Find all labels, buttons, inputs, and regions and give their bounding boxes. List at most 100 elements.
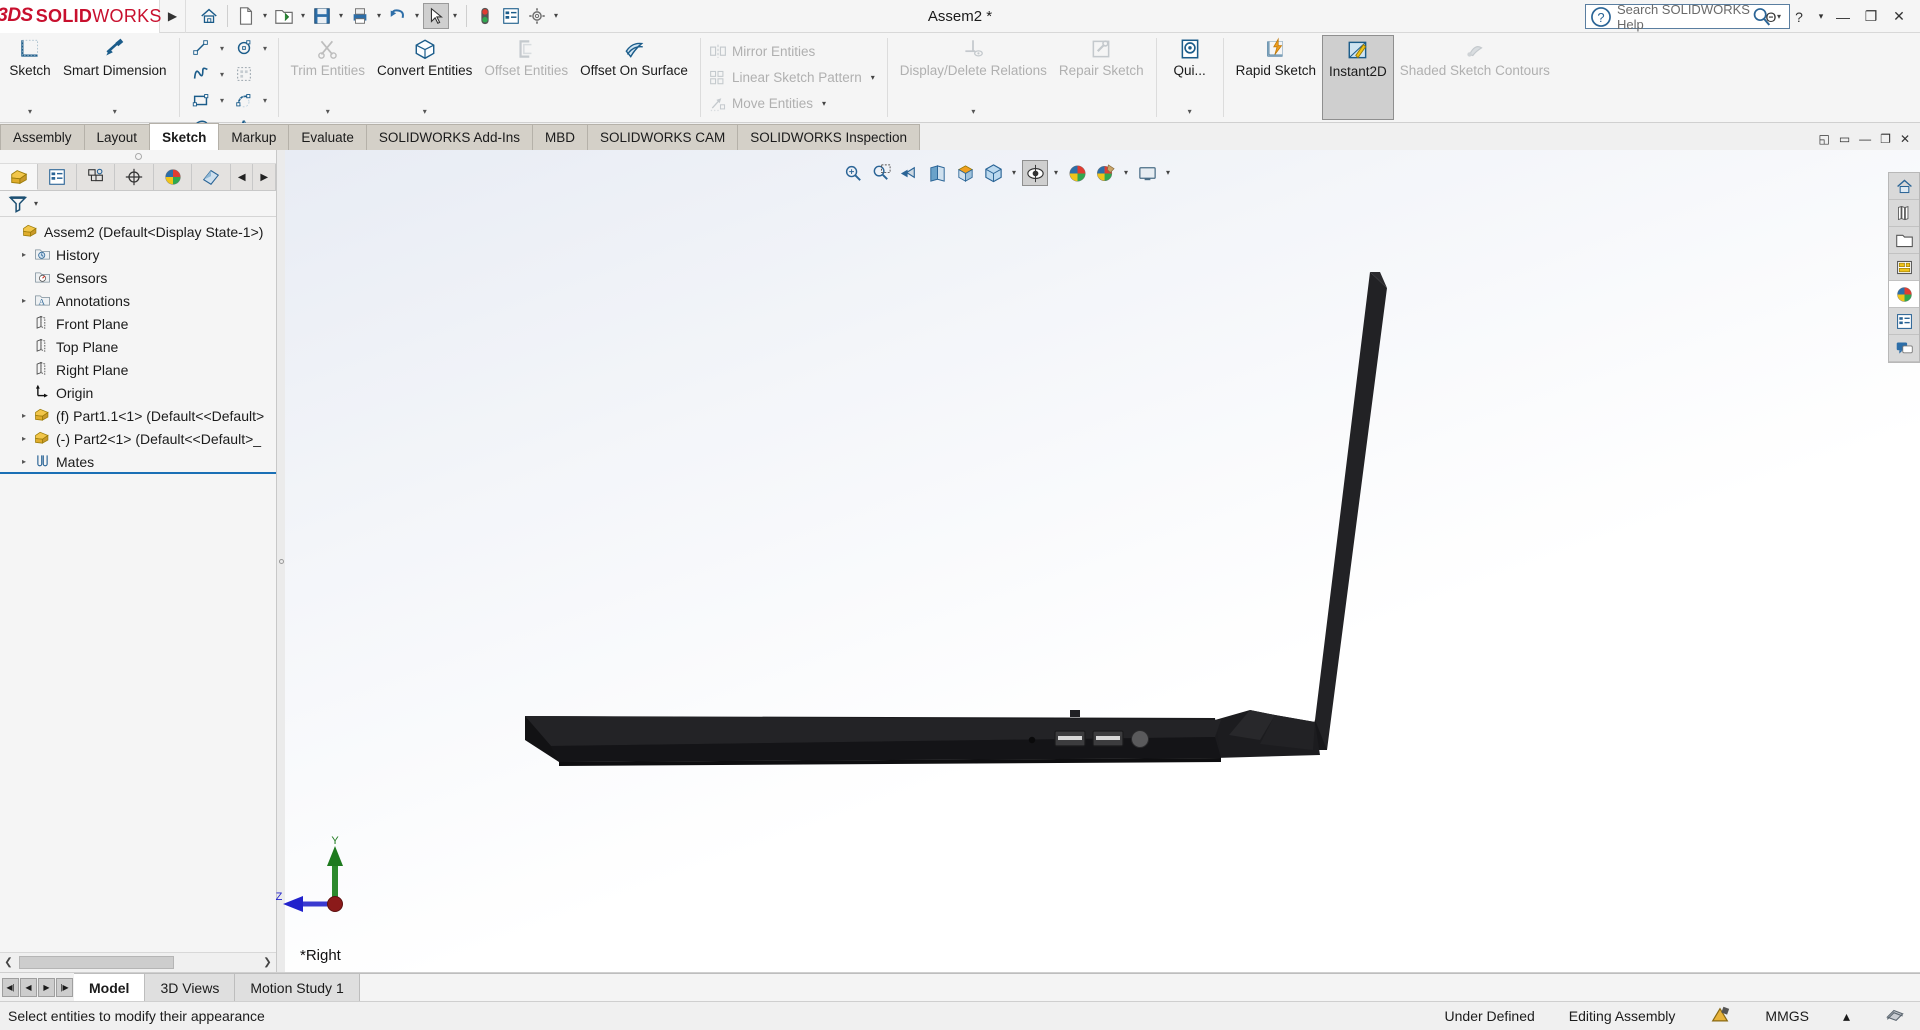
tree-item[interactable]: ▸ A Annotations	[0, 289, 276, 312]
tree-item[interactable]: Origin	[0, 381, 276, 404]
gear-button[interactable]	[524, 3, 550, 29]
section-view-button[interactable]	[924, 160, 950, 186]
tab-layout[interactable]: Layout	[83, 124, 151, 150]
command-caret[interactable]: ▾	[867, 65, 879, 91]
tab-evaluate[interactable]: Evaluate	[288, 124, 367, 150]
tree-expander[interactable]: ▸	[16, 434, 32, 443]
qui-button[interactable]: Qui... ▾	[1163, 35, 1217, 120]
undo-button[interactable]	[385, 3, 411, 29]
print-icon-caret[interactable]: ▾	[373, 3, 385, 29]
new-document-button[interactable]	[233, 3, 259, 29]
spline-button[interactable]	[186, 61, 216, 87]
view-settings-icon-caret[interactable]: ▾	[1050, 160, 1062, 186]
tree-item[interactable]: ▸ (f) Part1.1<1> (Default<<Default>	[0, 404, 276, 427]
save-button[interactable]	[309, 3, 335, 29]
button-dropdown-caret[interactable]: ▾	[971, 107, 975, 118]
tree-expander[interactable]: ▸	[16, 250, 32, 259]
options-list-button[interactable]	[498, 3, 524, 29]
zoom-to-fit-button[interactable]	[840, 160, 866, 186]
tree-expander[interactable]: ▸	[16, 296, 32, 305]
bottom-tab-3d-views[interactable]: 3D Views	[145, 973, 236, 1001]
custom-properties-icon[interactable]	[1889, 308, 1919, 335]
button-dropdown-caret[interactable]: ▾	[113, 107, 117, 118]
appearances-library-icon[interactable]	[1889, 200, 1919, 227]
offset-entities-button[interactable]: Offset Entities	[478, 35, 574, 120]
button-dropdown-caret[interactable]: ▾	[326, 107, 330, 118]
button-dropdown-caret[interactable]: ▾	[1188, 107, 1192, 118]
tree-item[interactable]: Assem2 (Default<Display State-1>)	[0, 220, 276, 243]
display-style-cube-icon-caret[interactable]: ▾	[1008, 160, 1020, 186]
status-units[interactable]: MMGS	[1765, 1008, 1809, 1024]
tree-expander[interactable]: ▸	[16, 411, 32, 420]
display-manager-tab[interactable]	[153, 164, 193, 190]
tree-tab-scroll-right[interactable]: ▶	[253, 164, 276, 190]
restore-button[interactable]: ❐	[1858, 4, 1884, 30]
command-caret[interactable]: ▾	[818, 91, 830, 117]
tab-solidworks-cam[interactable]: SOLIDWORKS CAM	[586, 124, 739, 150]
prev-tab-button[interactable]: ◀	[20, 977, 37, 997]
offset-on-surface-button[interactable]: Offset On Surface	[574, 35, 694, 120]
view-setting-display-icon-caret[interactable]: ▾	[1162, 160, 1174, 186]
bottom-tab-model[interactable]: Model	[74, 973, 146, 1001]
doc-minimize-icon[interactable]: ▭	[1839, 132, 1850, 146]
new-document-icon-caret[interactable]: ▾	[259, 3, 271, 29]
units-caret[interactable]: ▴	[1843, 1008, 1850, 1025]
dimxpert-manager-tab[interactable]	[115, 164, 154, 190]
line-button[interactable]	[186, 35, 216, 61]
tree-item[interactable]: Front Plane	[0, 312, 276, 335]
close-button[interactable]: ✕	[1886, 4, 1912, 30]
gear-icon-caret[interactable]: ▾	[550, 3, 562, 29]
sketch-fillet-pattern-button[interactable]	[229, 61, 259, 87]
undo-icon-caret[interactable]: ▾	[411, 3, 423, 29]
tree-item[interactable]: ▸ (-) Part2<1> (Default<<Default>_	[0, 427, 276, 450]
solidworks-forum-icon[interactable]	[1889, 335, 1919, 362]
next-tab-button[interactable]: ▶	[38, 977, 55, 997]
open-folder-button[interactable]	[271, 3, 297, 29]
scroll-right-arrow[interactable]: ❯	[259, 957, 276, 968]
arc-icon-caret[interactable]: ▾	[259, 96, 272, 105]
button-dropdown-caret[interactable]: ▾	[28, 107, 32, 118]
minimize-button[interactable]: —	[1830, 4, 1856, 30]
view-settings-button[interactable]	[1022, 160, 1048, 186]
open-folder-icon-caret[interactable]: ▾	[297, 3, 309, 29]
apply-scene-icon-caret[interactable]: ▾	[1120, 160, 1132, 186]
tree-item[interactable]: Sensors	[0, 266, 276, 289]
tab-markup[interactable]: Markup	[218, 124, 290, 150]
button-dropdown-caret[interactable]: ▾	[423, 107, 427, 118]
configuration-manager-tab[interactable]	[76, 164, 116, 190]
trim-entities-button[interactable]: Trim Entities ▾	[285, 35, 372, 120]
search-input[interactable]: Search SOLIDWORKS Help	[1612, 2, 1751, 32]
render-manager-tab[interactable]	[192, 164, 231, 190]
smart-dimension-button[interactable]: Smart Dimension ▾	[57, 35, 173, 120]
sketch-button[interactable]: Sketch ▾	[3, 35, 57, 120]
doc-minimize-button[interactable]: —	[1859, 132, 1871, 146]
tree-tab-scroll-left[interactable]: ◀	[230, 164, 254, 190]
tab-assembly[interactable]: Assembly	[0, 124, 85, 150]
zoom-to-area-button[interactable]	[868, 160, 894, 186]
view-palette-home-icon[interactable]	[1889, 173, 1919, 200]
doc-restore-button[interactable]: ❐	[1880, 132, 1891, 146]
rapid-sketch-button[interactable]: Rapid Sketch	[1230, 35, 1322, 120]
feature-manager-tab[interactable]	[0, 164, 39, 190]
select-cursor-icon-caret[interactable]: ▾	[449, 3, 461, 29]
panel-collapse-handle[interactable]	[0, 150, 276, 164]
move-entities-button[interactable]: Move Entities ▾	[707, 91, 881, 117]
last-tab-button[interactable]: |▶	[56, 977, 73, 997]
tree-item[interactable]: ▸ Mates	[0, 450, 276, 474]
hide-show-items-button[interactable]	[1064, 160, 1090, 186]
user-account-icon[interactable]: Θ	[1758, 4, 1784, 30]
scroll-left-arrow[interactable]: ❮	[0, 957, 17, 968]
circle-button[interactable]	[229, 35, 259, 61]
help-icon[interactable]: ?	[1786, 4, 1812, 30]
help-caret-icon[interactable]: ▾	[1814, 4, 1828, 30]
file-explorer-icon[interactable]	[1889, 227, 1919, 254]
linear-sketch-pattern-button[interactable]: Linear Sketch Pattern ▾	[707, 65, 881, 91]
home-button[interactable]	[196, 3, 222, 29]
spline-icon-caret[interactable]: ▾	[216, 70, 229, 79]
scroll-thumb[interactable]	[19, 956, 174, 969]
tree-item[interactable]: Right Plane	[0, 358, 276, 381]
tree-filter-bar[interactable]: ▾	[0, 191, 276, 217]
save-icon-caret[interactable]: ▾	[335, 3, 347, 29]
line-icon-caret[interactable]: ▾	[216, 44, 229, 53]
repair-sketch-button[interactable]: Repair Sketch	[1053, 35, 1150, 120]
